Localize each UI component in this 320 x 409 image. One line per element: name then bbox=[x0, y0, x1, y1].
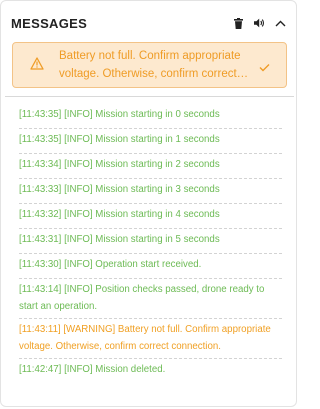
log-entry: [11:43:14] [INFO] Position checks passed… bbox=[19, 279, 282, 319]
check-icon[interactable] bbox=[259, 59, 270, 77]
log-entry: [11:43:30] [INFO] Operation start receiv… bbox=[19, 254, 282, 279]
header-actions bbox=[232, 15, 286, 31]
warning-icon bbox=[30, 57, 44, 75]
speaker-icon[interactable] bbox=[253, 15, 265, 31]
log-entry: [11:43:34] [INFO] Mission starting in 2 … bbox=[19, 154, 282, 179]
log-entry: [11:43:31] [INFO] Mission starting in 5 … bbox=[19, 229, 282, 254]
log-entry-warning: [11:43:11] [WARNING] Battery not full. C… bbox=[19, 319, 282, 359]
log-entry: [11:43:33] [INFO] Mission starting in 3 … bbox=[19, 179, 282, 204]
log-entry: [11:43:32] [INFO] Mission starting in 4 … bbox=[19, 204, 282, 229]
log-entry: [11:43:35] [INFO] Mission starting in 1 … bbox=[19, 129, 282, 154]
message-log: [11:43:35] [INFO] Mission starting in 0 … bbox=[19, 104, 282, 384]
messages-panel: MESSAGES Battery not full. Confirm appro… bbox=[0, 0, 297, 407]
panel-header: MESSAGES bbox=[11, 15, 288, 35]
panel-title: MESSAGES bbox=[11, 16, 88, 31]
warning-alert: Battery not full. Confirm appropriate vo… bbox=[12, 42, 287, 88]
log-entry: [11:43:35] [INFO] Mission starting in 0 … bbox=[19, 104, 282, 129]
chevron-up-icon[interactable] bbox=[274, 15, 286, 31]
trash-icon[interactable] bbox=[232, 15, 244, 31]
alert-message: Battery not full. Confirm appropriate vo… bbox=[59, 50, 241, 80]
log-entry: [11:42:47] [INFO] Mission deleted. bbox=[19, 364, 166, 375]
header-divider bbox=[5, 96, 294, 97]
